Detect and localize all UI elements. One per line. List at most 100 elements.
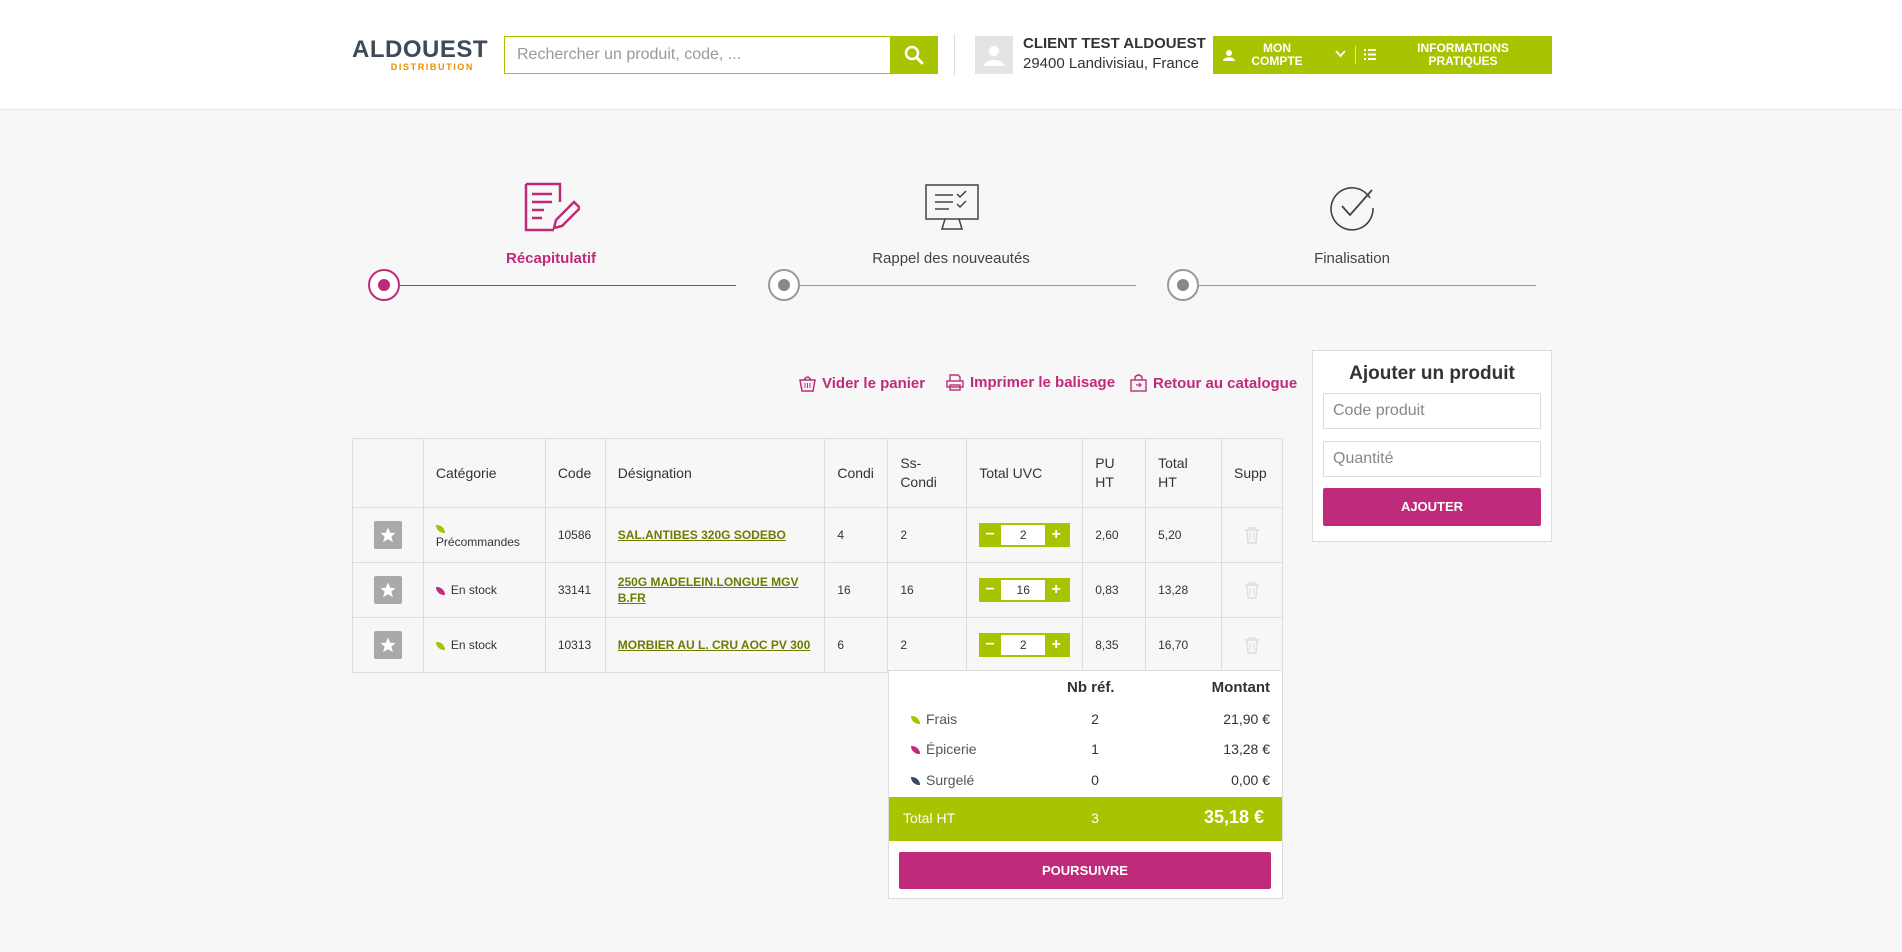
increment-button[interactable]: + [1045,633,1067,657]
decrement-button[interactable]: − [979,578,1001,602]
logo[interactable]: ALDOUEST DISTRIBUTION [352,36,488,73]
step-recap-label: Récapitulatif [505,250,596,267]
designation-cell: SAL.ANTIBES 320G SODEBO [604,507,826,563]
step-recap-line [400,285,736,286]
user-icon [1223,50,1235,61]
summary-total-nb: 3 [1091,810,1099,826]
summary-row-label: Épicerie [911,741,977,757]
increment-button[interactable]: + [1045,578,1067,602]
designation-cell: 250G MADELEIN.LONGUE MGV B.FR [604,562,826,618]
quantity-input[interactable]: 2 [1001,635,1046,655]
logo-subtext: DISTRIBUTION [390,62,474,72]
account-bar: MON COMPTE INFORMATIONS PRATIQUES [1213,36,1552,74]
continue-button[interactable]: POURSUIVRE [899,852,1271,889]
empty-cart-link[interactable]: Vider le panier [799,374,925,392]
summary-row-amount: 21,90 € [1223,711,1270,727]
pu-ht-cell: 8,35 [1082,617,1147,673]
favorite-cell [352,562,424,618]
table-row: Précommandes 10586 SAL.ANTIBES 320G SODE… [352,507,1284,563]
qty-cell: − 16 + [966,562,1084,618]
star-icon [380,637,396,653]
list-icon [1364,49,1376,60]
step-news-label: Rappel des nouveautés [872,250,1030,267]
favorite-star-button[interactable] [373,631,402,659]
add-product-panel: Ajouter un produit AJOUTER [1312,350,1552,542]
account-label: MON COMPTE [1251,41,1303,68]
quantity-input[interactable]: 2 [1001,525,1046,545]
client-address: 29400 Landivisiau, France [1023,55,1199,72]
qty-cell: − 2 + [966,617,1084,673]
leaf-icon [911,777,920,786]
user-icon [984,46,1004,66]
col-ss-condi: Ss-Condi [887,438,968,508]
quantity-stepper: − 2 + [979,633,1071,657]
add-product-button[interactable]: AJOUTER [1323,488,1541,526]
back-to-catalog-link[interactable]: Retour au catalogue [1130,374,1297,392]
summary-row-nb: 1 [1091,741,1099,757]
product-link[interactable]: 250G MADELEIN.LONGUE MGV B.FR [618,575,799,605]
favorite-star-button[interactable] [373,521,402,549]
col-favorite [352,438,424,508]
star-icon [380,527,396,543]
col-pu-ht: PU HT [1082,438,1147,508]
step-final-label: Finalisation [1314,250,1390,267]
print-labels-label: Imprimer le balisage [970,374,1116,391]
avatar [975,36,1013,74]
search-icon [904,45,924,65]
decrement-button[interactable]: − [979,633,1001,657]
col-designation: Désignation [604,438,826,508]
logo-text: ALDOUEST [352,36,488,63]
ss-condi-cell: 2 [887,507,968,563]
table-row: En stock 10313 MORBIER AU L. CRU AOC PV … [352,617,1284,673]
category-cell: En stock [422,562,546,618]
star-icon [380,582,396,598]
info-label: INFORMATIONS PRATIQUES [1417,41,1509,68]
ss-condi-cell: 2 [887,617,968,673]
favorite-cell [352,617,424,673]
product-code-field[interactable] [1323,393,1541,429]
category-label: Précommandes [435,535,520,549]
quantity-field[interactable] [1323,441,1541,477]
header-divider [954,34,955,76]
col-total-uvc: Total UVC [966,438,1084,508]
order-summary: Nb réf. Montant Frais 2 21,90 € Épicerie… [888,670,1283,899]
qty-cell: − 2 + [966,507,1084,563]
add-product-title: Ajouter un produit [1349,363,1515,384]
category-label: En stock [450,638,497,652]
quantity-stepper: − 16 + [979,578,1071,602]
condi-cell: 16 [824,562,889,618]
trash-icon[interactable] [1244,581,1260,599]
step-final-dot[interactable] [1167,269,1199,301]
print-labels-link[interactable]: Imprimer le balisage [946,374,1115,391]
category-cell: Précommandes [422,507,546,563]
step-news-dot[interactable] [768,269,800,301]
trash-icon[interactable] [1244,636,1260,654]
chevron-down-icon [1335,50,1346,58]
product-link[interactable]: SAL.ANTIBES 320G SODEBO [618,528,786,542]
client-name: CLIENT TEST ALDOUEST [1023,35,1206,52]
table-row: En stock 33141 250G MADELEIN.LONGUE MGV … [352,562,1284,618]
trash-icon[interactable] [1244,526,1260,544]
category-cell: En stock [422,617,546,673]
favorite-star-button[interactable] [373,576,402,604]
condi-cell: 4 [824,507,889,563]
account-menu-button[interactable]: MON COMPTE [1213,36,1355,74]
designation-cell: MORBIER AU L. CRU AOC PV 300 [604,617,826,673]
step-news-line [800,285,1136,286]
decrement-button[interactable]: − [979,523,1001,547]
total-ht-cell: 13,28 [1145,562,1222,618]
summary-row: Surgelé 0 0,00 € [889,772,1282,796]
leaf-icon [435,524,445,533]
shopping-bag-icon [1130,374,1147,392]
summary-row-nb: 0 [1091,772,1099,788]
quantity-input[interactable]: 16 [1001,580,1046,600]
search-input[interactable] [505,37,889,73]
col-supp: Supp [1220,438,1284,508]
product-link[interactable]: MORBIER AU L. CRU AOC PV 300 [618,638,810,652]
leaf-icon [435,641,445,650]
step-recap-dot[interactable] [368,269,400,301]
step-final-line [1199,285,1536,286]
increment-button[interactable]: + [1045,523,1067,547]
code-cell: 10313 [544,617,606,673]
search-button[interactable] [890,36,938,74]
